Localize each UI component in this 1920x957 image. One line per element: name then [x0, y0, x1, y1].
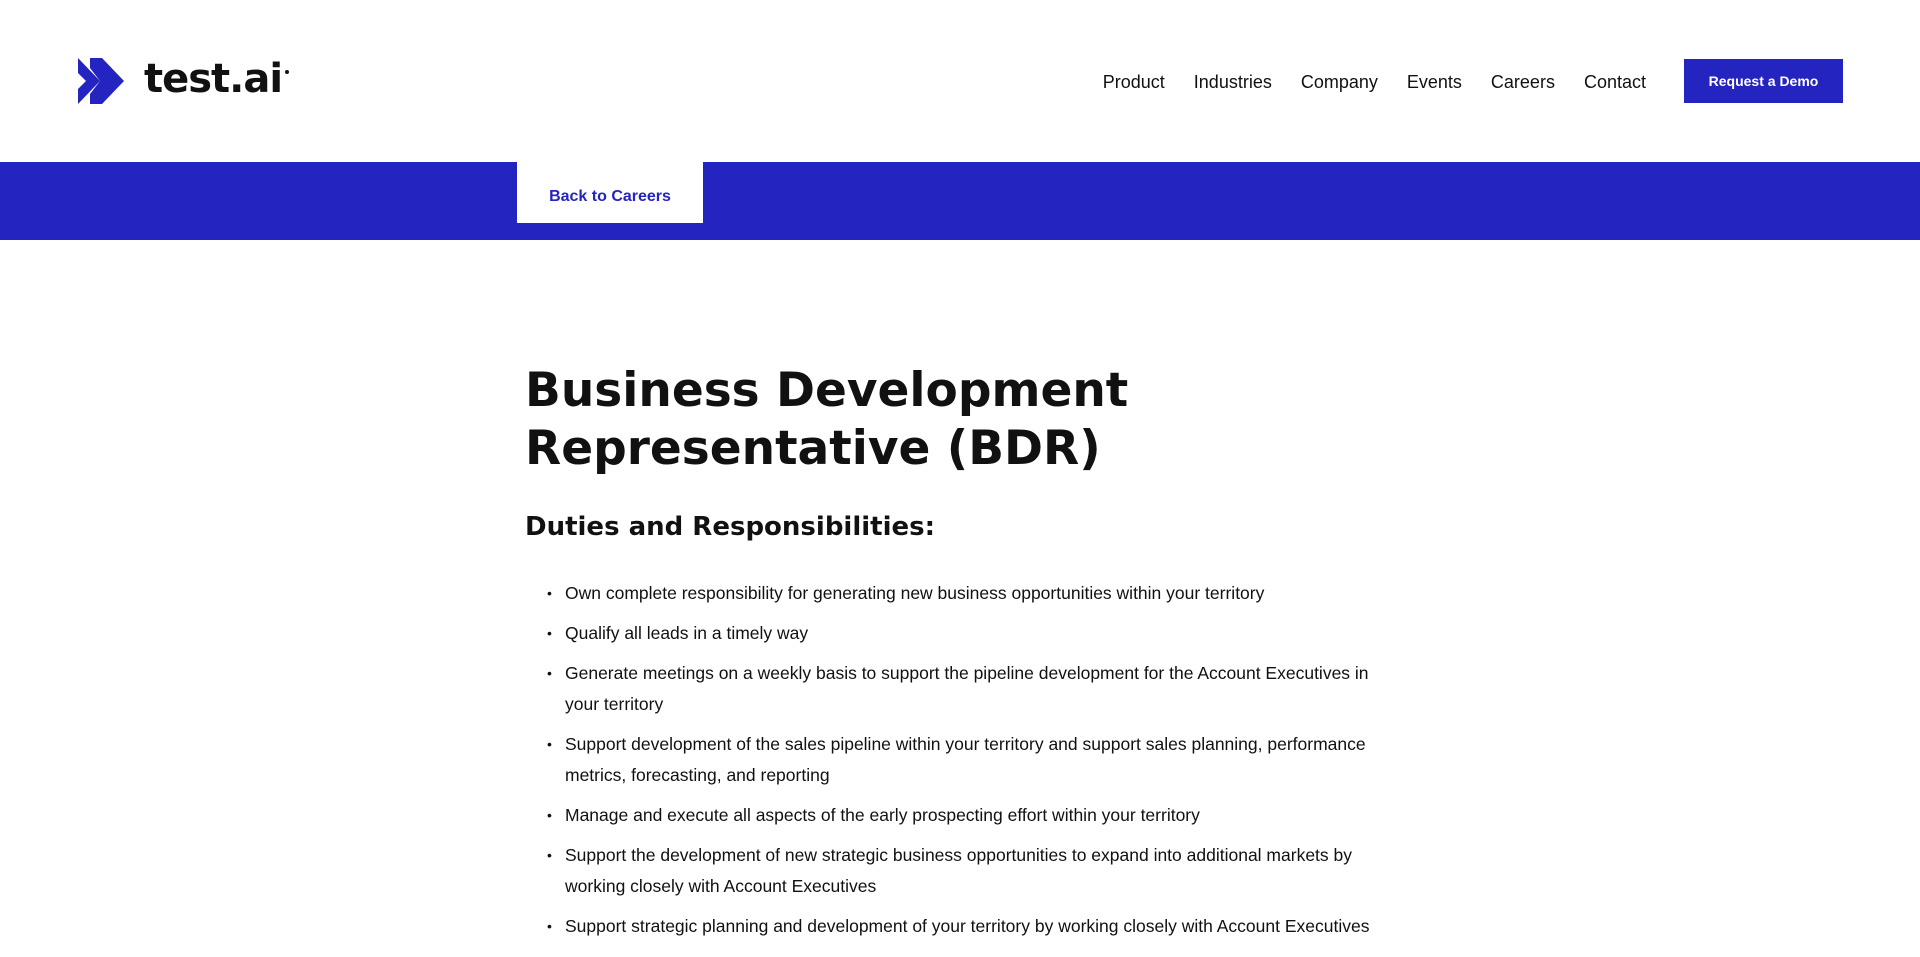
site-header: test.ai Product Industries Company Event… — [0, 0, 1920, 162]
list-item: Support the development of new strategic… — [547, 840, 1405, 902]
careers-banner — [0, 162, 1920, 240]
list-item: Support strategic planning and developme… — [547, 911, 1405, 942]
page-title-line-1: Business Development — [525, 363, 1129, 418]
job-content: Business Development Representative (BDR… — [525, 362, 1405, 951]
logo-wordmark: test.ai — [144, 56, 283, 102]
logo-registered-dot — [285, 70, 290, 74]
duties-list: Own complete responsibility for generati… — [547, 578, 1405, 942]
page-title: Business Development Representative (BDR… — [525, 362, 1405, 478]
nav-item-product[interactable]: Product — [1103, 70, 1165, 94]
main-nav: Product Industries Company Events Career… — [1103, 70, 1646, 94]
list-item: Generate meetings on a weekly basis to s… — [547, 658, 1405, 720]
request-demo-button[interactable]: Request a Demo — [1684, 59, 1843, 103]
logo[interactable]: test.ai — [78, 56, 290, 104]
nav-item-careers[interactable]: Careers — [1491, 70, 1555, 94]
page-title-line-2: Representative (BDR) — [525, 421, 1101, 476]
back-to-careers-button[interactable]: Back to Careers — [517, 162, 703, 223]
list-item: Qualify all leads in a timely way — [547, 618, 1405, 649]
list-item: Support development of the sales pipelin… — [547, 729, 1405, 791]
nav-item-contact[interactable]: Contact — [1584, 70, 1646, 94]
list-item: Manage and execute all aspects of the ea… — [547, 800, 1405, 831]
nav-item-events[interactable]: Events — [1407, 70, 1462, 94]
nav-item-industries[interactable]: Industries — [1194, 70, 1272, 94]
list-item: Own complete responsibility for generati… — [547, 578, 1405, 609]
duties-heading: Duties and Responsibilities: — [525, 512, 936, 542]
logo-chevrons-icon — [78, 58, 124, 104]
nav-item-company[interactable]: Company — [1301, 70, 1378, 94]
